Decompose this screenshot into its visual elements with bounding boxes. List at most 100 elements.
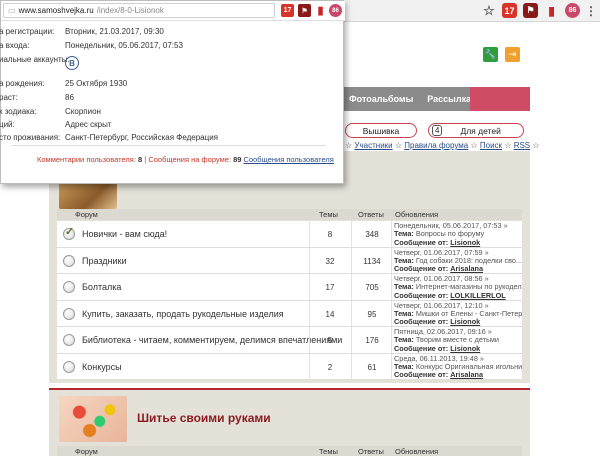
field-value: Адрес скрыт: [65, 120, 112, 129]
profile-divider: [11, 145, 326, 146]
forum-category-sewing: Шитье своими руками Форум Темы Ответы Об…: [49, 390, 530, 456]
comments-count: 8: [138, 155, 143, 164]
nav-accent: [470, 87, 530, 111]
popup-url-field[interactable]: ▭ www.samoshvejka.ru/index/8-0-Lisionok: [3, 3, 275, 18]
field-label: к зодиака:: [0, 107, 37, 116]
header-updates: Обновления: [395, 210, 439, 219]
update-user-link[interactable]: Lisiоnok: [450, 317, 480, 326]
forum-topics-count: 8: [327, 230, 333, 239]
forum-category-general: Форум Темы Ответы Обновления Новички - в…: [49, 151, 530, 383]
header-forum: Форум: [75, 447, 98, 456]
category-image: [59, 181, 117, 209]
extension-bookmark-icon[interactable]: ▮: [544, 3, 559, 18]
forum-title-link[interactable]: Купить, заказать, продать рукодельные из…: [82, 309, 284, 319]
forum-toplinks: ☆ Участники ☆ Правила форума ☆ Поиск ☆ R…: [345, 141, 540, 150]
extension-badge-icon[interactable]: 86: [329, 4, 342, 17]
field-value: 25 Октября 1930: [65, 79, 128, 88]
forum-posts-label: Сообщения на форуме:: [148, 155, 232, 164]
category-button-label: Вышивка: [362, 125, 400, 136]
forum-title-link[interactable]: Библиотека - читаем, комментируем, делим…: [82, 335, 342, 345]
extension-flag-icon[interactable]: ⚑: [298, 4, 311, 17]
forum-posts-count: 89: [233, 155, 242, 164]
header-topics: Темы: [319, 447, 338, 456]
forum-posts-count: 61: [367, 362, 377, 372]
header-forum: Форум: [75, 210, 98, 219]
forum-row: Праздники 32 1134 Четверг, 01.06.2017, 0…: [57, 247, 522, 274]
forum-row: Болталка 17 705 Четверг, 01.06.2017, 08:…: [57, 274, 522, 301]
category-number: 4: [432, 125, 443, 136]
header-topics: Темы: [319, 210, 338, 219]
nav-item-photoalbums[interactable]: Фотоальбомы: [342, 87, 420, 111]
bookmark-star-icon[interactable]: ☆: [482, 3, 496, 18]
settings-wrench-icon[interactable]: 🔧: [483, 47, 498, 62]
update-user-link[interactable]: Lisiоnok: [450, 344, 480, 353]
update-user-link[interactable]: Arisalana: [450, 370, 483, 379]
field-label: сто проживания:: [0, 133, 61, 142]
forum-title-link[interactable]: Конкурсы: [82, 362, 122, 372]
header-posts: Ответы: [358, 210, 384, 219]
forum-row: Библиотека - читаем, комментируем, делим…: [57, 327, 522, 354]
category-embroidery-button[interactable]: Вышивка: [345, 123, 417, 138]
star-separator-icon: ☆: [532, 141, 540, 150]
stats-separator: |: [144, 155, 147, 164]
field-value: Санкт-Петербург, Российская Федерация: [65, 133, 219, 142]
link-members[interactable]: Участники: [354, 141, 392, 150]
forum-status-icon: [63, 281, 75, 293]
forum-last-update: Понедельник, 05.06.2017, 07:53 » Тема: В…: [394, 222, 522, 247]
field-value: Понедельник, 05.06.2017, 07:53: [65, 41, 183, 50]
extension-counter-icon[interactable]: 17: [502, 3, 517, 18]
field-label: иальные аккаунты:: [0, 55, 70, 64]
category-kids-button[interactable]: 4 Для детей: [428, 123, 524, 138]
comments-label: Комментарии пользователя:: [37, 155, 136, 164]
extension-flag-icon[interactable]: ⚑: [523, 3, 538, 18]
star-separator-icon: ☆: [345, 141, 353, 150]
category-image: [59, 396, 127, 442]
forum-title-link[interactable]: Болталка: [82, 282, 121, 292]
star-separator-icon: ☆: [504, 141, 512, 150]
field-label: ций:: [0, 120, 15, 129]
extension-bookmark-icon[interactable]: ▮: [314, 4, 327, 17]
link-search[interactable]: Поиск: [480, 141, 502, 150]
update-user-link[interactable]: LOLKILLERLOL: [450, 291, 506, 300]
forum-posts-count: 1134: [363, 256, 381, 266]
forum-title-link[interactable]: Новички - вам сюда!: [82, 229, 167, 239]
update-user-link[interactable]: Lisiоnok: [450, 238, 480, 247]
forum-last-update: Четверг, 01.06.2017, 08:56 » Тема: Интер…: [394, 275, 522, 300]
browser-menu-icon[interactable]: ⋮: [585, 3, 597, 18]
logout-icon[interactable]: ⇥: [505, 47, 520, 62]
forum-topics-count: 17: [325, 283, 335, 292]
category-title-link[interactable]: Шитье своими руками: [137, 411, 271, 425]
forum-list: Новички - вам сюда! 8 348 Понедельник, 0…: [57, 221, 522, 380]
page-icon: ▭: [8, 6, 16, 15]
link-rss[interactable]: RSS: [514, 141, 530, 150]
header-updates: Обновления: [395, 447, 439, 456]
forum-status-icon: [63, 360, 75, 373]
forum-posts-count: 705: [365, 283, 379, 292]
forum-status-icon: [63, 307, 75, 320]
forum-status-icon: [63, 225, 75, 240]
forum-title-link[interactable]: Праздники: [82, 256, 127, 266]
forum-row: Новички - вам сюда! 8 348 Понедельник, 0…: [57, 221, 522, 248]
forum-topics-count: 14: [325, 309, 335, 319]
field-value: 86: [65, 93, 74, 102]
user-posts-link[interactable]: Сообщения пользователя: [244, 155, 334, 164]
field-value: Скорпион: [65, 107, 101, 116]
forum-topics-count: 2: [327, 362, 333, 372]
forum-last-update: Пятница, 02.06.2017, 09:16 » Тема: Твори…: [394, 328, 522, 353]
forum-row: Купить, заказать, продать рукодельные из…: [57, 300, 522, 327]
update-user-link[interactable]: Arisalana: [450, 264, 483, 273]
profile-stats: Комментарии пользователя: 8 | Сообщения …: [37, 155, 334, 164]
link-forum-rules[interactable]: Правила форума: [404, 141, 468, 150]
forum-topics-count: 5: [327, 336, 333, 345]
forum-table-header: Форум Темы Ответы Обновления: [57, 446, 522, 456]
extension-counter-icon[interactable]: 17: [281, 4, 294, 17]
extension-badge-icon[interactable]: 86: [565, 3, 580, 18]
star-separator-icon: ☆: [470, 141, 478, 150]
vk-icon[interactable]: В: [65, 56, 79, 70]
category-button-label: Для детей: [460, 125, 501, 136]
forum-last-update: Четверг, 01.06.2017, 12:10 » Тема: Мишки…: [394, 302, 522, 327]
forum-table-header: Форум Темы Ответы Обновления: [57, 209, 522, 220]
forum-topics-count: 32: [325, 256, 335, 266]
forum-last-update: Среда, 06.11.2013, 19:48 » Тема: Конкурс…: [394, 355, 522, 380]
forum-posts-count: 95: [367, 309, 377, 319]
